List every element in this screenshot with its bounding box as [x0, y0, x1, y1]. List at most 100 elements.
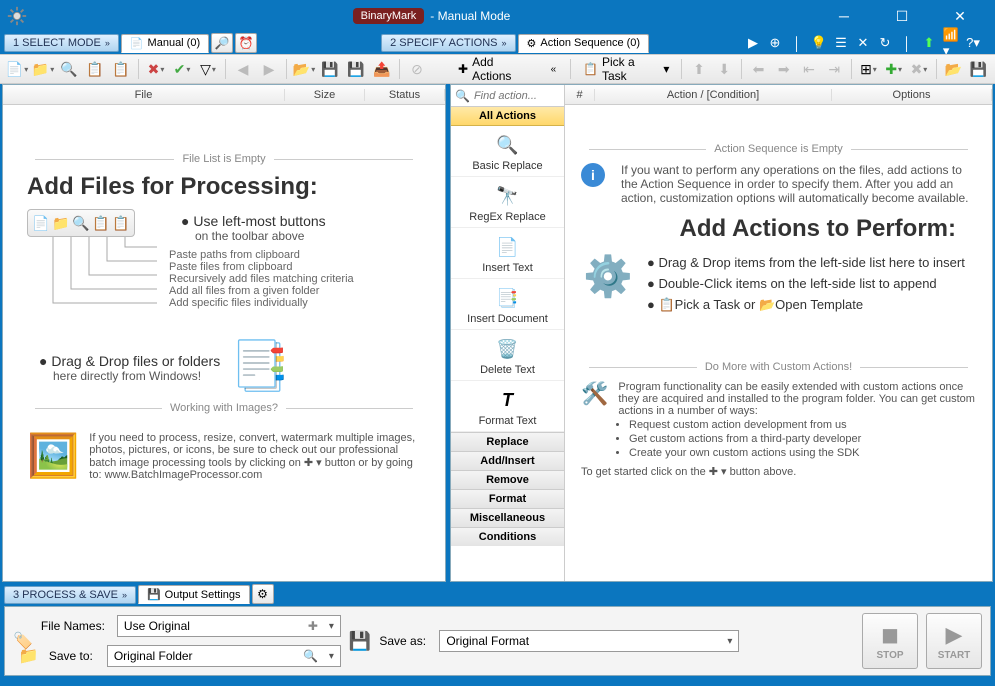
tab-output-settings[interactable]: 💾Output Settings — [138, 585, 250, 604]
filenames-select[interactable]: Use Original✚ — [117, 615, 341, 637]
action-regex-replace[interactable]: 🔭RegEx Replace — [451, 177, 564, 228]
action-search-input[interactable] — [474, 90, 565, 102]
add-actions-button[interactable]: ✚Add Actions — [452, 53, 539, 85]
tools-icon[interactable]: ✕ — [855, 35, 871, 51]
export-button[interactable]: 📤 — [371, 58, 393, 80]
nav-prev-button[interactable]: ◀ — [232, 58, 254, 80]
help-icon[interactable]: ?▾ — [965, 35, 981, 51]
open-template-button[interactable]: 📂 — [943, 58, 964, 80]
undo-all-button[interactable]: ⇤ — [798, 58, 819, 80]
mini-add-file-icon: 📄 — [32, 214, 50, 232]
saveas-select[interactable]: Original Format — [439, 630, 739, 652]
sep-icon: │ — [789, 35, 805, 51]
col-options[interactable]: Options — [832, 89, 992, 101]
window-title: - Manual Mode — [430, 9, 510, 23]
undo-button[interactable]: ⬅ — [748, 58, 769, 80]
col-status[interactable]: Status — [365, 89, 445, 101]
col-action[interactable]: Action / [Condition] — [595, 89, 832, 101]
bulb-icon[interactable]: 💡 — [811, 35, 827, 51]
saveas-label: Save as: — [379, 634, 431, 648]
check-button[interactable]: ✔ — [171, 58, 193, 80]
monitor-tab-icon[interactable]: 🔎 — [211, 33, 233, 53]
action-basic-replace[interactable]: 🔍Basic Replace — [451, 126, 564, 177]
regex-icon: 🔭 — [494, 183, 522, 209]
bullet-1b: on the toolbar above — [195, 229, 354, 243]
seq-b3b: Open Template — [775, 297, 863, 312]
pick-task-button[interactable]: 📋Pick a Task▾ — [577, 53, 675, 85]
col-size[interactable]: Size — [285, 89, 365, 101]
action-insert-text[interactable]: 📄Insert Text — [451, 228, 564, 279]
hint-1: Paste paths from clipboard — [169, 249, 354, 261]
list-icon[interactable]: ☰ — [833, 35, 849, 51]
stop-button[interactable]: ◼STOP — [862, 613, 918, 669]
save-list-button[interactable]: 💾 — [319, 58, 341, 80]
move-down-button[interactable]: ⬇ — [714, 58, 735, 80]
category-replace[interactable]: Replace — [451, 432, 564, 451]
add-recursive-button[interactable]: 🔍 — [58, 58, 80, 80]
add-file-button[interactable]: 📄 — [6, 58, 28, 80]
add-action-button[interactable]: ✚ — [883, 58, 904, 80]
insert-doc-icon: 📑 — [494, 285, 522, 311]
saveto-select[interactable]: Original Folder🔍 — [107, 645, 341, 667]
category-add-insert[interactable]: Add/Insert — [451, 451, 564, 470]
category-remove[interactable]: Remove — [451, 470, 564, 489]
minimize-button[interactable]: ─ — [827, 4, 861, 28]
tools-illustration-icon: 🛠️ — [581, 381, 608, 407]
wifi-icon[interactable]: 📶▾ — [943, 35, 959, 51]
working-images-divider: Working with Images? — [27, 402, 421, 414]
upload-icon[interactable]: ⬆ — [921, 35, 937, 51]
step-3-process-save[interactable]: 3 PROCESS & SAVE» — [4, 586, 136, 604]
sequence-pane: # Action / [Condition] Options Action Se… — [565, 85, 992, 581]
col-num[interactable]: # — [565, 89, 595, 101]
refresh-icon[interactable]: ↻ — [877, 35, 893, 51]
gears-illustration: ⚙️ — [581, 249, 635, 303]
manual-tab-label: Manual (0) — [148, 37, 201, 49]
action-delete-text[interactable]: 🗑️Delete Text — [451, 330, 564, 381]
bottom-area: 3 PROCESS & SAVE» 💾Output Settings ⚙ 🏷️ … — [0, 582, 995, 678]
action-catalog: 🔍 ✖ All Actions 🔍Basic Replace 🔭RegEx Re… — [451, 85, 565, 581]
save-template-button[interactable]: 💾 — [968, 58, 989, 80]
tab-action-sequence[interactable]: ⚙Action Sequence (0) — [518, 34, 650, 53]
open-list-button[interactable]: 📂 — [293, 58, 315, 80]
schedule-tab-icon[interactable]: ⏰ — [235, 33, 257, 53]
nav-next-button[interactable]: ▶ — [258, 58, 280, 80]
search-small-icon: 🔍 — [303, 649, 318, 663]
maximize-button[interactable]: ☐ — [885, 4, 919, 28]
seq-bullet-1: Drag & Drop items from the left-side lis… — [641, 255, 976, 270]
start-button[interactable]: ▶START — [926, 613, 982, 669]
filter-button[interactable]: ▽ — [197, 58, 219, 80]
add-folder-button[interactable]: 📁 — [32, 58, 54, 80]
paste-files-button[interactable]: 📋 — [84, 58, 106, 80]
collapse-button[interactable]: « — [543, 58, 564, 80]
cancel-button[interactable]: ⊘ — [406, 58, 428, 80]
col-file[interactable]: File — [3, 89, 285, 101]
paste-paths-button[interactable]: 📋 — [110, 58, 132, 80]
redo-all-button[interactable]: ⇥ — [824, 58, 845, 80]
format-text-icon: T — [494, 387, 522, 413]
remove-button[interactable]: ✖ — [145, 58, 167, 80]
start-label: START — [938, 650, 971, 661]
file-toolbar: 📄 📁 🔍 📋 📋 ✖ ✔ ▽ ◀ ▶ 📂 💾 💾 📤 ⊘ — [0, 54, 446, 84]
add-actions-label: Add Actions — [472, 55, 533, 83]
category-conditions[interactable]: Conditions — [451, 527, 564, 546]
category-format[interactable]: Format — [451, 489, 564, 508]
target-icon[interactable]: ⊕ — [767, 35, 783, 51]
saveas-list-button[interactable]: 💾 — [345, 58, 367, 80]
actionseq-tab-label: Action Sequence (0) — [540, 37, 640, 49]
step-1-select-mode[interactable]: 1 SELECT MODE» — [4, 34, 119, 52]
category-all-actions[interactable]: All Actions — [451, 107, 564, 126]
move-up-button[interactable]: ⬆ — [688, 58, 709, 80]
redo-button[interactable]: ➡ — [773, 58, 794, 80]
working-images-text: If you need to process, resize, convert,… — [89, 432, 421, 481]
close-button[interactable]: ✕ — [943, 4, 977, 28]
step-2-specify-actions[interactable]: 2 SPECIFY ACTIONS» — [381, 34, 515, 52]
run-icon[interactable]: ▶ — [745, 35, 761, 51]
category-misc[interactable]: Miscellaneous — [451, 508, 564, 527]
action-format-text[interactable]: TFormat Text — [451, 381, 564, 432]
view-button[interactable]: ⊞ — [858, 58, 879, 80]
tab-manual[interactable]: 📄Manual (0) — [121, 34, 209, 53]
settings-gear-icon[interactable] — [6, 5, 28, 27]
remove-action-button[interactable]: ✖ — [908, 58, 929, 80]
advanced-output-icon[interactable]: ⚙ — [252, 584, 274, 604]
action-insert-document[interactable]: 📑Insert Document — [451, 279, 564, 330]
